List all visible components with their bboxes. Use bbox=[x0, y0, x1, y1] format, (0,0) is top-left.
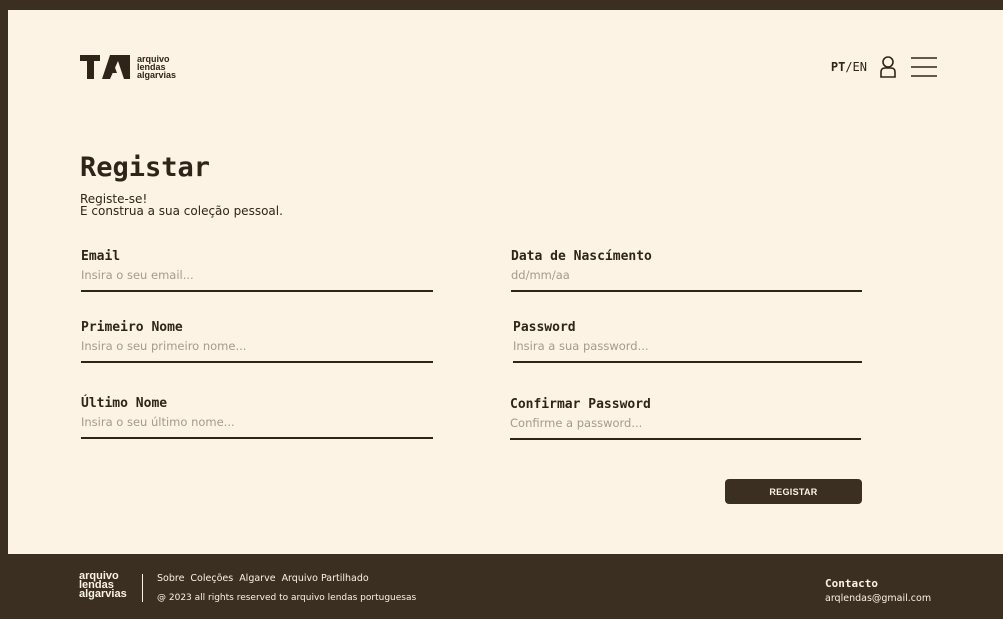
top-nav: PT/EN bbox=[831, 54, 937, 80]
lang-pt[interactable]: PT bbox=[831, 60, 845, 74]
register-button[interactable]: REGISTAR bbox=[725, 479, 862, 504]
footer-logo[interactable]: arquivo lendas algarvias bbox=[79, 571, 127, 600]
page-subtitle: Registe-se! E construa a sua coleção pes… bbox=[80, 193, 283, 217]
birthdate-input[interactable] bbox=[511, 268, 862, 292]
last-name-label: Último Nome bbox=[81, 396, 168, 411]
footer-link-algarve[interactable]: Algarve bbox=[239, 573, 275, 584]
site-logo[interactable]: arquivo lendas algarvias bbox=[80, 52, 190, 82]
logo-mark-icon bbox=[80, 55, 130, 79]
subtitle-line-2: E construa a sua coleção pessoal. bbox=[80, 204, 283, 218]
password-field-group: Password bbox=[513, 320, 862, 363]
email-field-group: Email bbox=[81, 249, 433, 292]
birthdate-field-group: Data de Nascímento bbox=[511, 249, 862, 292]
lang-separator: / bbox=[845, 60, 853, 74]
first-name-field-group: Primeiro Nome bbox=[81, 320, 433, 363]
contact-title: Contacto bbox=[825, 577, 878, 590]
last-name-input[interactable] bbox=[81, 415, 433, 439]
main-page: arquivo lendas algarvias PT/EN Registar … bbox=[8, 10, 1003, 554]
last-name-field-group: Último Nome bbox=[81, 396, 433, 439]
language-switcher[interactable]: PT/EN bbox=[831, 60, 867, 74]
password-label: Password bbox=[513, 320, 576, 335]
copyright-text: @ 2023 all rights reserved to arquivo le… bbox=[157, 593, 417, 603]
logo-text: arquivo lendas algarvias bbox=[137, 55, 177, 80]
password-input[interactable] bbox=[513, 339, 862, 363]
email-input[interactable] bbox=[81, 268, 433, 292]
user-icon[interactable] bbox=[879, 55, 897, 79]
footer-divider bbox=[142, 574, 143, 602]
email-label: Email bbox=[81, 249, 121, 264]
footer-link-colecoes[interactable]: Coleções bbox=[190, 573, 233, 584]
lang-en[interactable]: EN bbox=[853, 60, 867, 74]
confirm-password-field-group: Confirmar Password bbox=[510, 397, 861, 440]
menu-icon[interactable] bbox=[911, 56, 937, 78]
confirm-password-input[interactable] bbox=[510, 416, 861, 440]
birthdate-label: Data de Nascímento bbox=[511, 249, 652, 264]
footer-nav: Sobre Coleções Algarve Arquivo Partilhad… bbox=[157, 573, 375, 584]
first-name-label: Primeiro Nome bbox=[81, 320, 183, 335]
footer-link-arquivo-partilhado[interactable]: Arquivo Partilhado bbox=[282, 573, 369, 584]
contact-email[interactable]: arqlendas@gmail.com bbox=[825, 593, 931, 604]
first-name-input[interactable] bbox=[81, 339, 433, 363]
footer: arquivo lendas algarvias Sobre Coleções … bbox=[0, 554, 1003, 619]
page-title: Registar bbox=[80, 152, 211, 183]
footer-logo-line: algarvias bbox=[79, 588, 127, 600]
logo-line: algarvias bbox=[137, 70, 177, 80]
footer-link-sobre[interactable]: Sobre bbox=[157, 573, 184, 584]
confirm-password-label: Confirmar Password bbox=[510, 397, 651, 412]
